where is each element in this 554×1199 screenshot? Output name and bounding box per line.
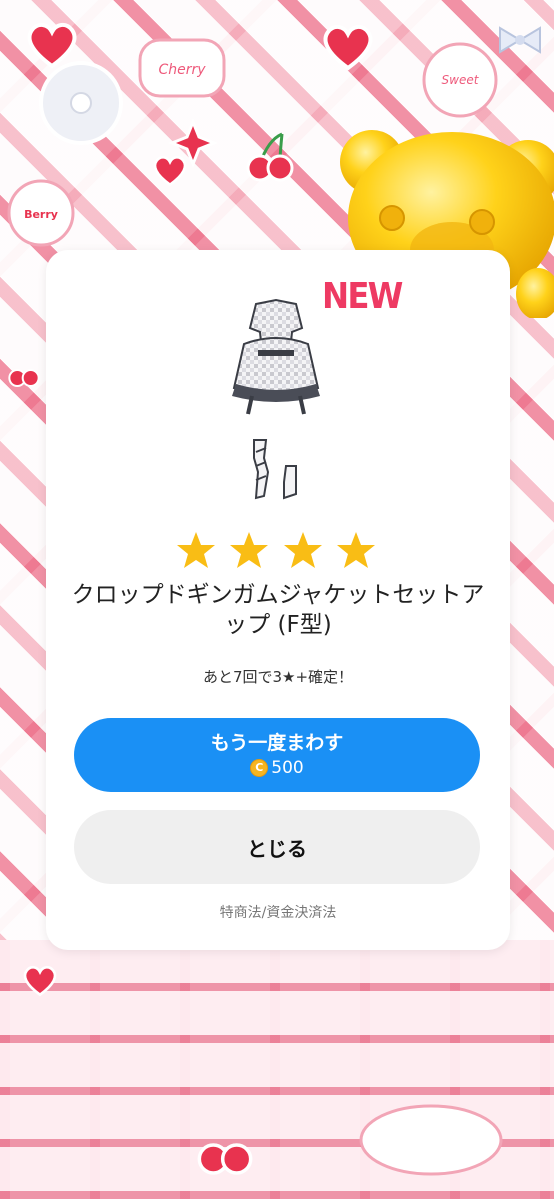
label-sticker xyxy=(359,1104,503,1176)
svg-text:Sweet: Sweet xyxy=(442,73,480,87)
rarity-stars xyxy=(176,530,376,570)
star-icon xyxy=(230,532,269,568)
spin-again-button[interactable]: もう一度まわす C 500 xyxy=(74,718,480,792)
spin-cost-value: 500 xyxy=(271,758,304,778)
item-name: クロップドギンガムジャケットセットアップ (F型) xyxy=(71,582,485,638)
cherry-sticker xyxy=(246,132,294,182)
spin-again-label: もう一度まわす xyxy=(210,732,344,754)
guarantee-note: あと7回で3★+確定！ xyxy=(202,668,354,686)
heart-sticker xyxy=(323,25,373,71)
star-icon xyxy=(336,532,375,568)
coin-icon: C xyxy=(250,759,269,777)
bow-sticker xyxy=(499,26,541,54)
label-sticker: Sweet xyxy=(422,42,498,118)
legal-notice-link[interactable]: 特商法/資金決済法 xyxy=(66,902,490,922)
outfit-item-image xyxy=(232,298,320,415)
spin-cost: C 500 xyxy=(250,757,304,779)
svg-text:Cherry: Cherry xyxy=(158,62,206,78)
heart-sticker xyxy=(153,156,187,187)
cd-sticker xyxy=(39,61,123,145)
cherry-sticker xyxy=(197,1143,253,1175)
star-icon xyxy=(283,532,322,568)
cherry-sticker xyxy=(8,369,40,387)
label-sticker: Berry xyxy=(7,179,75,247)
label-sticker: Cherry xyxy=(138,38,226,98)
star-icon xyxy=(177,532,215,568)
heart-sticker xyxy=(23,966,57,997)
svg-text:Berry: Berry xyxy=(24,208,58,221)
shoes-item-image xyxy=(253,439,297,500)
close-button[interactable]: とじる xyxy=(74,810,480,884)
new-badge: NEW xyxy=(322,276,403,317)
